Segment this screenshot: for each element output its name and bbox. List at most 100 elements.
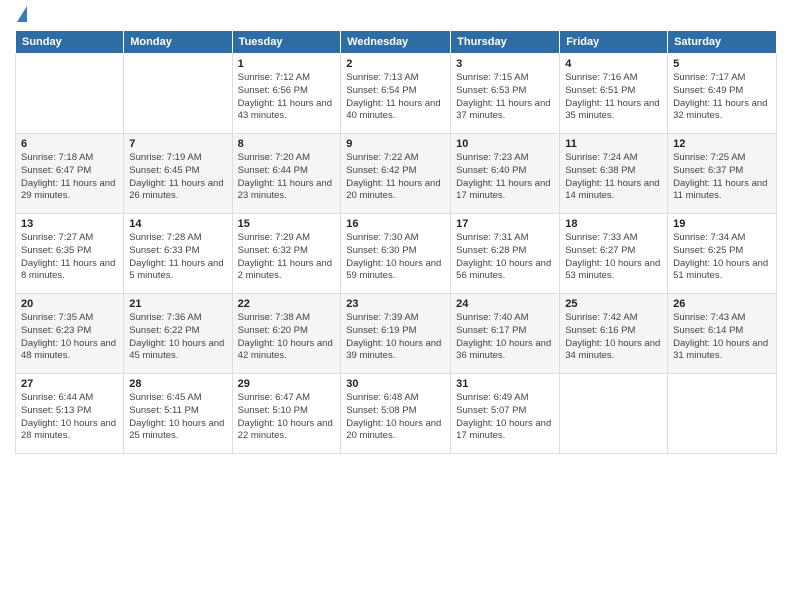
calendar-header-friday: Friday [560,31,668,54]
calendar-week-row: 13 Sunrise: 7:27 AMSunset: 6:35 PMDayligh… [16,214,777,294]
calendar-week-row: 20 Sunrise: 7:35 AMSunset: 6:23 PMDayligh… [16,294,777,374]
day-info: Sunrise: 7:30 AMSunset: 6:30 PMDaylight:… [346,232,445,283]
calendar-cell: 18 Sunrise: 7:33 AMSunset: 6:27 PMDayligh… [560,214,668,294]
day-number: 19 [673,218,771,230]
calendar-header-row: SundayMondayTuesdayWednesdayThursdayFrid… [16,31,777,54]
calendar-cell: 7 Sunrise: 7:19 AMSunset: 6:45 PMDaylight… [124,134,232,214]
calendar-header-monday: Monday [124,31,232,54]
calendar-cell: 27 Sunrise: 6:44 AMSunset: 5:13 PMDayligh… [16,374,124,454]
day-info: Sunrise: 7:35 AMSunset: 6:23 PMDaylight:… [21,312,118,363]
day-number: 22 [238,298,336,310]
calendar-cell: 22 Sunrise: 7:38 AMSunset: 6:20 PMDayligh… [232,294,341,374]
day-info: Sunrise: 7:27 AMSunset: 6:35 PMDaylight:… [21,232,118,283]
day-info: Sunrise: 7:38 AMSunset: 6:20 PMDaylight:… [238,312,336,363]
calendar-cell: 20 Sunrise: 7:35 AMSunset: 6:23 PMDayligh… [16,294,124,374]
day-info: Sunrise: 6:45 AMSunset: 5:11 PMDaylight:… [129,392,226,443]
day-number: 28 [129,378,226,390]
day-number: 3 [456,58,554,70]
calendar-cell: 14 Sunrise: 7:28 AMSunset: 6:33 PMDayligh… [124,214,232,294]
day-info: Sunrise: 7:20 AMSunset: 6:44 PMDaylight:… [238,152,336,203]
day-number: 20 [21,298,118,310]
calendar-cell: 1 Sunrise: 7:12 AMSunset: 6:56 PMDaylight… [232,54,341,134]
calendar-cell: 21 Sunrise: 7:36 AMSunset: 6:22 PMDayligh… [124,294,232,374]
day-number: 9 [346,138,445,150]
calendar-cell: 28 Sunrise: 6:45 AMSunset: 5:11 PMDayligh… [124,374,232,454]
calendar-cell: 26Sunrise: 7:43 AMSunset: 6:14 PMDayligh… [668,294,777,374]
calendar-cell: 16Sunrise: 7:30 AMSunset: 6:30 PMDayligh… [341,214,451,294]
calendar-cell [124,54,232,134]
day-info: Sunrise: 7:42 AMSunset: 6:16 PMDaylight:… [565,312,662,363]
day-info: Sunrise: 7:23 AMSunset: 6:40 PMDaylight:… [456,152,554,203]
day-info: Sunrise: 6:48 AMSunset: 5:08 PMDaylight:… [346,392,445,443]
calendar-cell: 29 Sunrise: 6:47 AMSunset: 5:10 PMDayligh… [232,374,341,454]
calendar-cell: 30 Sunrise: 6:48 AMSunset: 5:08 PMDayligh… [341,374,451,454]
day-number: 13 [21,218,118,230]
logo [15,10,27,22]
calendar-cell [16,54,124,134]
day-info: Sunrise: 7:34 AMSunset: 6:25 PMDaylight:… [673,232,771,283]
day-info: Sunrise: 7:18 AMSunset: 6:47 PMDaylight:… [21,152,118,203]
day-info: Sunrise: 7:12 AMSunset: 6:56 PMDaylight:… [238,72,336,123]
calendar-cell [560,374,668,454]
calendar-table: SundayMondayTuesdayWednesdayThursdayFrid… [15,30,777,454]
calendar-cell: 10 Sunrise: 7:23 AMSunset: 6:40 PMDayligh… [451,134,560,214]
day-info: Sunrise: 7:24 AMSunset: 6:38 PMDaylight:… [565,152,662,203]
day-info: Sunrise: 6:44 AMSunset: 5:13 PMDaylight:… [21,392,118,443]
day-info: Sunrise: 7:40 AMSunset: 6:17 PMDaylight:… [456,312,554,363]
day-info: Sunrise: 7:43 AMSunset: 6:14 PMDaylight:… [673,312,771,363]
day-info: Sunrise: 7:39 AMSunset: 6:19 PMDaylight:… [346,312,445,363]
day-number: 27 [21,378,118,390]
calendar-cell: 19 Sunrise: 7:34 AMSunset: 6:25 PMDayligh… [668,214,777,294]
calendar-week-row: 6 Sunrise: 7:18 AMSunset: 6:47 PMDaylight… [16,134,777,214]
calendar-cell: 23Sunrise: 7:39 AMSunset: 6:19 PMDayligh… [341,294,451,374]
day-number: 10 [456,138,554,150]
day-number: 4 [565,58,662,70]
day-info: Sunrise: 7:22 AMSunset: 6:42 PMDaylight:… [346,152,445,203]
day-info: Sunrise: 7:31 AMSunset: 6:28 PMDaylight:… [456,232,554,283]
day-info: Sunrise: 7:16 AMSunset: 6:51 PMDaylight:… [565,72,662,123]
day-number: 1 [238,58,336,70]
day-info: Sunrise: 7:36 AMSunset: 6:22 PMDaylight:… [129,312,226,363]
day-number: 8 [238,138,336,150]
calendar-cell: 17 Sunrise: 7:31 AMSunset: 6:28 PMDayligh… [451,214,560,294]
calendar-header-thursday: Thursday [451,31,560,54]
day-number: 24 [456,298,554,310]
day-number: 29 [238,378,336,390]
page: SundayMondayTuesdayWednesdayThursdayFrid… [0,0,792,612]
calendar-cell: 11 Sunrise: 7:24 AMSunset: 6:38 PMDayligh… [560,134,668,214]
day-info: Sunrise: 7:17 AMSunset: 6:49 PMDaylight:… [673,72,771,123]
calendar-week-row: 27 Sunrise: 6:44 AMSunset: 5:13 PMDayligh… [16,374,777,454]
day-info: Sunrise: 7:28 AMSunset: 6:33 PMDaylight:… [129,232,226,283]
day-number: 6 [21,138,118,150]
day-number: 30 [346,378,445,390]
day-info: Sunrise: 7:33 AMSunset: 6:27 PMDaylight:… [565,232,662,283]
day-number: 21 [129,298,226,310]
day-number: 2 [346,58,445,70]
day-number: 31 [456,378,554,390]
calendar-cell: 13 Sunrise: 7:27 AMSunset: 6:35 PMDayligh… [16,214,124,294]
calendar-header-saturday: Saturday [668,31,777,54]
calendar-cell: 31Sunrise: 6:49 AMSunset: 5:07 PMDayligh… [451,374,560,454]
day-number: 11 [565,138,662,150]
calendar-cell: 4 Sunrise: 7:16 AMSunset: 6:51 PMDaylight… [560,54,668,134]
calendar-cell: 5 Sunrise: 7:17 AMSunset: 6:49 PMDaylight… [668,54,777,134]
calendar-week-row: 1 Sunrise: 7:12 AMSunset: 6:56 PMDaylight… [16,54,777,134]
day-info: Sunrise: 6:47 AMSunset: 5:10 PMDaylight:… [238,392,336,443]
calendar-cell: 2Sunrise: 7:13 AMSunset: 6:54 PMDaylight… [341,54,451,134]
calendar-cell: 3 Sunrise: 7:15 AMSunset: 6:53 PMDaylight… [451,54,560,134]
day-info: Sunrise: 7:19 AMSunset: 6:45 PMDaylight:… [129,152,226,203]
day-number: 7 [129,138,226,150]
day-number: 18 [565,218,662,230]
day-info: Sunrise: 7:29 AMSunset: 6:32 PMDaylight:… [238,232,336,283]
calendar-header-wednesday: Wednesday [341,31,451,54]
logo-triangle-icon [17,6,27,22]
day-number: 12 [673,138,771,150]
day-info: Sunrise: 7:15 AMSunset: 6:53 PMDaylight:… [456,72,554,123]
day-number: 14 [129,218,226,230]
day-number: 17 [456,218,554,230]
calendar-cell: 15Sunrise: 7:29 AMSunset: 6:32 PMDayligh… [232,214,341,294]
header [15,10,777,22]
day-number: 5 [673,58,771,70]
calendar-cell: 9 Sunrise: 7:22 AMSunset: 6:42 PMDaylight… [341,134,451,214]
calendar-cell [668,374,777,454]
